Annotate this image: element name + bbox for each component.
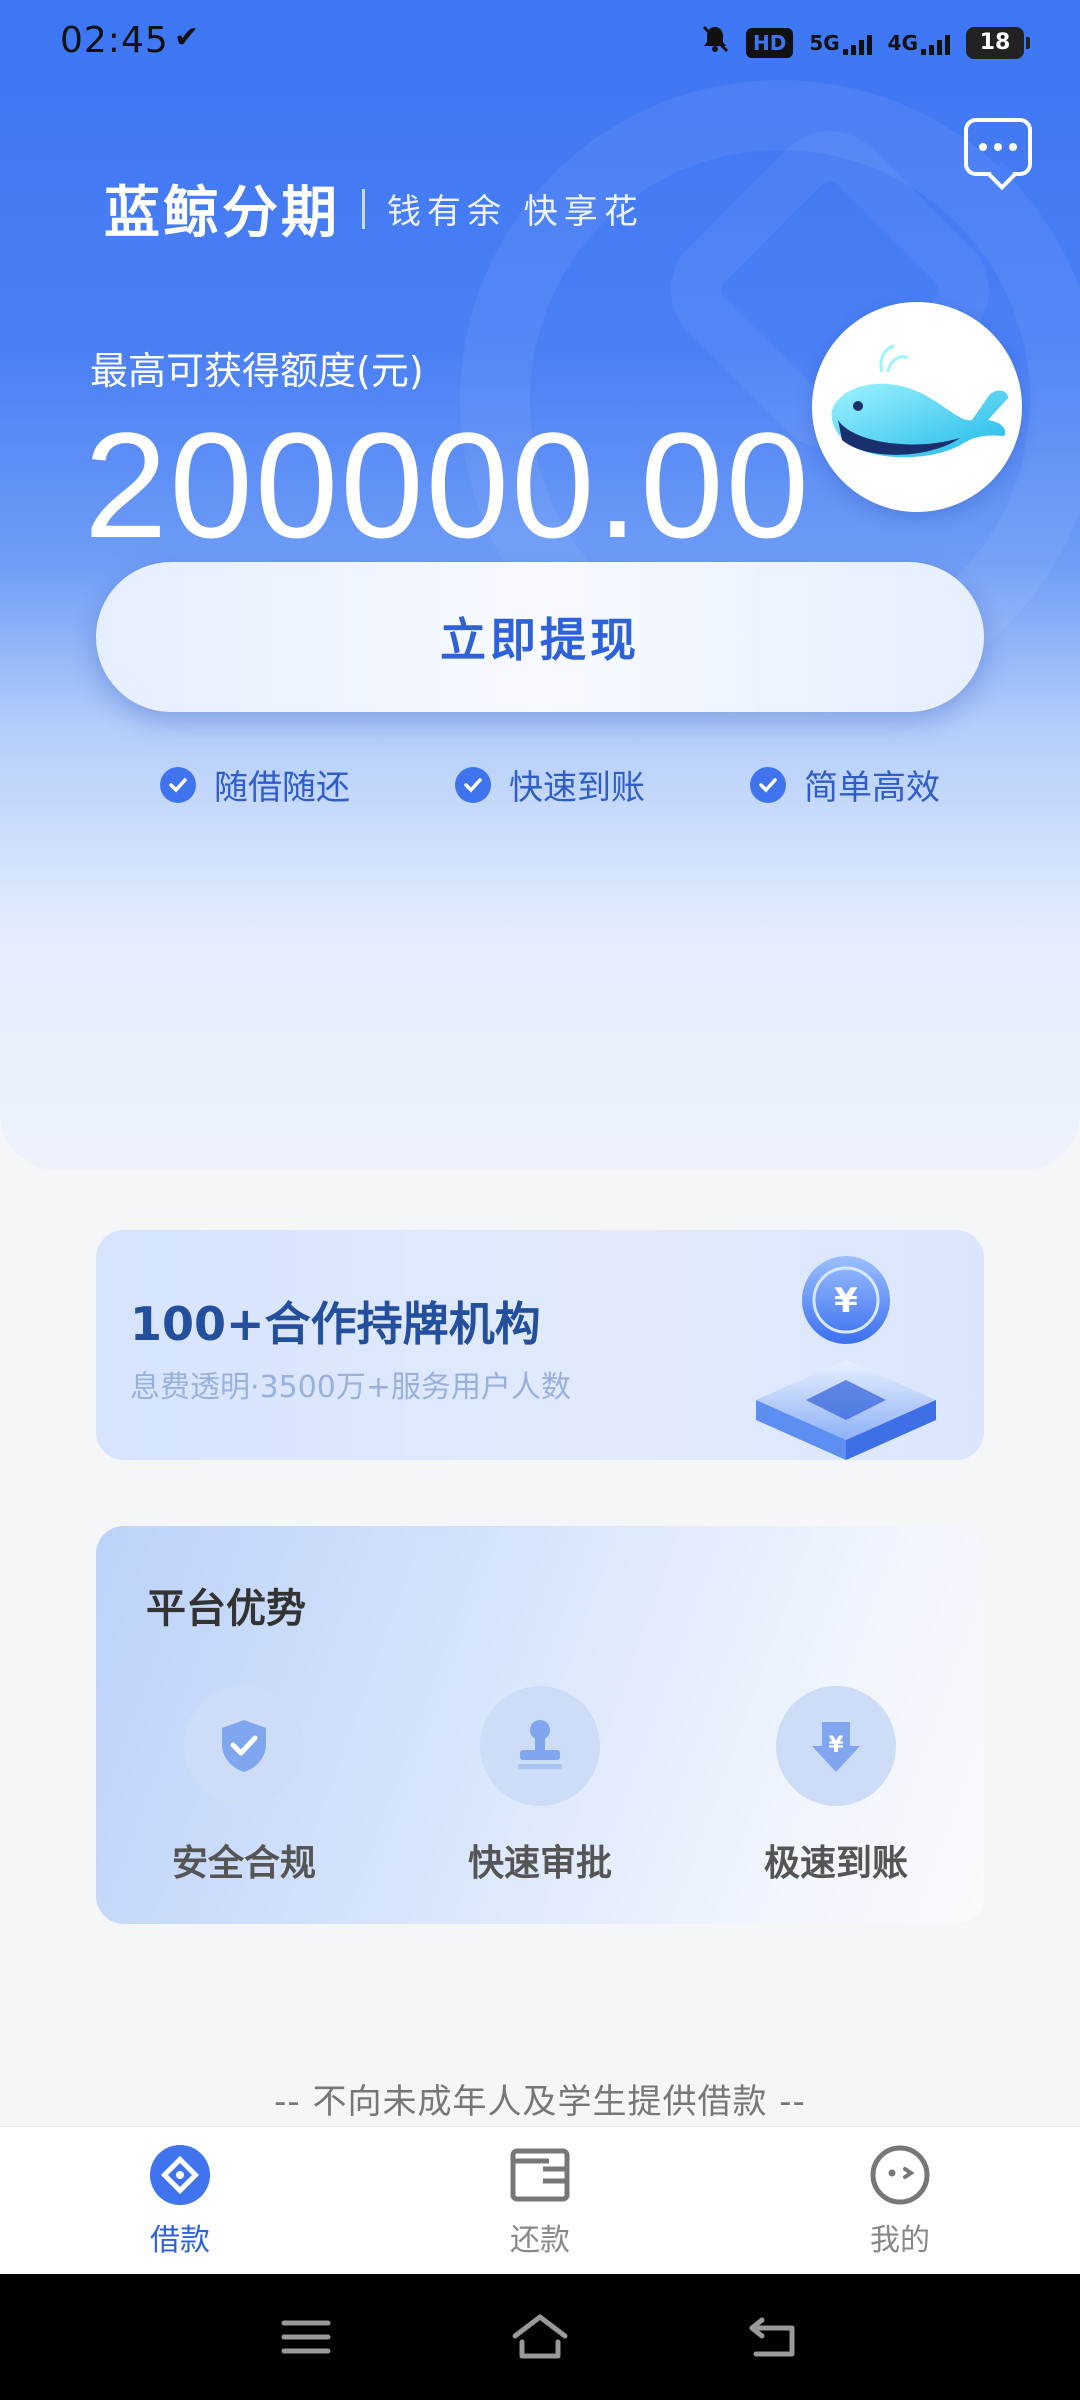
yuan-arrow-down-icon: ¥ <box>776 1686 896 1806</box>
status-indicators: HD 5G 4G 18 <box>700 22 1030 63</box>
advantages-title: 平台优势 <box>146 1586 306 1632</box>
home-icon[interactable] <box>508 2305 572 2369</box>
network-type-5g: 5G <box>809 30 840 55</box>
back-icon[interactable] <box>742 2305 806 2369</box>
withdraw-button[interactable]: 立即提现 <box>96 562 984 712</box>
tab-label: 借款 <box>150 2222 210 2258</box>
profile-face-icon <box>868 2143 932 2207</box>
feature-label: 随借随还 <box>214 768 350 808</box>
feature-label: 快速到账 <box>509 768 645 808</box>
advantage-label: 快速审批 <box>467 1843 612 1884</box>
advantage-item: 快速审批 <box>415 1686 665 1886</box>
check-icon <box>455 766 491 803</box>
signal-5g-icon: 5G <box>809 30 872 55</box>
bottom-tab-bar: 借款 还款 我的 <box>0 2126 1080 2274</box>
advantage-item: ¥ 极速到账 <box>711 1686 961 1886</box>
svg-text:¥: ¥ <box>834 1281 858 1321</box>
wallet-icon <box>508 2143 572 2207</box>
menu-icon[interactable] <box>274 2305 338 2369</box>
check-icon <box>160 766 196 803</box>
whale-logo <box>812 302 1022 512</box>
platform-advantages-card: 平台优势 安全合规 快速审批 ¥ 极速到账 <box>96 1526 984 1924</box>
brand-header: 蓝鲸分期 钱有余 快享花 <box>104 168 644 249</box>
tab-label: 我的 <box>870 2222 930 2258</box>
mute-bell-icon <box>700 22 730 63</box>
svg-text:¥: ¥ <box>828 1733 844 1758</box>
download-done-icon: ✔ <box>174 20 200 55</box>
status-bar: 02:45 ✔ HD 5G 4G 18 <box>0 0 1080 84</box>
system-navigation-bar <box>0 2274 1080 2400</box>
partner-subtitle: 息费透明·3500万+服务用户人数 <box>130 1370 572 1405</box>
stamp-icon <box>480 1686 600 1806</box>
brand-divider <box>362 188 365 229</box>
shield-check-icon <box>184 1686 304 1806</box>
feature-item: 快速到账 <box>455 760 645 809</box>
yuan-coin-illustration: ¥ <box>726 1250 966 1460</box>
brand-slogan: 钱有余 快享花 <box>387 192 644 232</box>
advantage-label: 极速到账 <box>763 1843 908 1884</box>
feature-label: 简单高效 <box>804 768 940 808</box>
signal-4g-icon: 4G <box>888 31 950 55</box>
advantages-list: 安全合规 快速审批 ¥ 极速到账 <box>96 1686 984 1886</box>
age-notice: -- 不向未成年人及学生提供借款 -- <box>274 2082 806 2122</box>
brand-name: 蓝鲸分期 <box>104 181 340 246</box>
partner-title: 100+合作持牌机构 <box>130 1297 541 1351</box>
partner-banner[interactable]: 100+合作持牌机构 息费透明·3500万+服务用户人数 ¥ <box>96 1230 984 1460</box>
check-icon <box>750 766 786 803</box>
advantage-label: 安全合规 <box>171 1843 316 1884</box>
quota-label: 最高可获得额度(元) <box>90 349 424 393</box>
battery-icon: 18 <box>966 26 1030 59</box>
tab-label: 还款 <box>510 2222 570 2258</box>
advantage-item: 安全合规 <box>119 1686 369 1886</box>
feature-item: 简单高效 <box>750 760 940 809</box>
feature-item: 随借随还 <box>160 760 350 809</box>
hd-voice-icon: HD <box>745 27 794 58</box>
network-type-4g: 4G <box>887 30 918 55</box>
feature-list: 随借随还 快速到账 简单高效 <box>160 760 940 809</box>
tab-mine[interactable]: 我的 <box>720 2127 1080 2274</box>
status-time: 02:45 <box>60 20 169 61</box>
hero-section: 02:45 ✔ HD 5G 4G 18 蓝鲸分期 钱有余 快享花 最高可获得额度… <box>0 0 1080 1170</box>
quota-value: 200000.00 <box>84 401 812 569</box>
message-icon[interactable] <box>964 118 1032 176</box>
tab-repay[interactable]: 还款 <box>360 2127 720 2274</box>
borrow-icon <box>148 2143 212 2207</box>
tab-borrow[interactable]: 借款 <box>0 2127 360 2274</box>
